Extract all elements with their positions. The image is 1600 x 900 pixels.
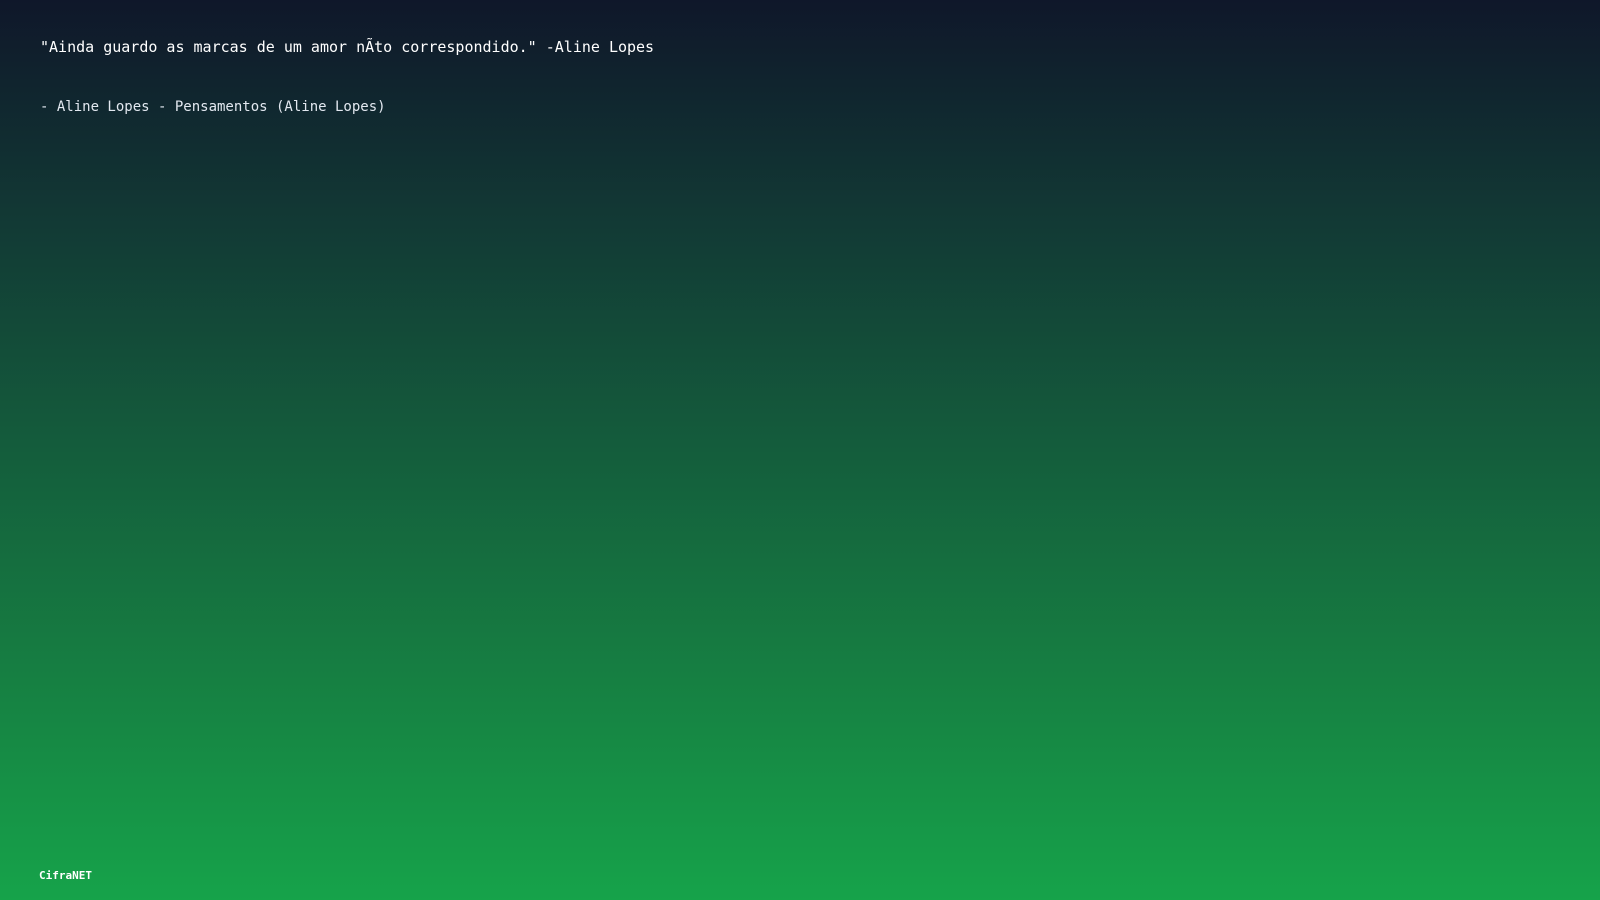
brand-logo-text: CifraNET bbox=[39, 869, 92, 882]
quote-attribution: - Aline Lopes - Pensamentos (Aline Lopes… bbox=[40, 99, 386, 115]
quote-text: "Ainda guardo as marcas de um amor nÃto … bbox=[40, 38, 655, 56]
